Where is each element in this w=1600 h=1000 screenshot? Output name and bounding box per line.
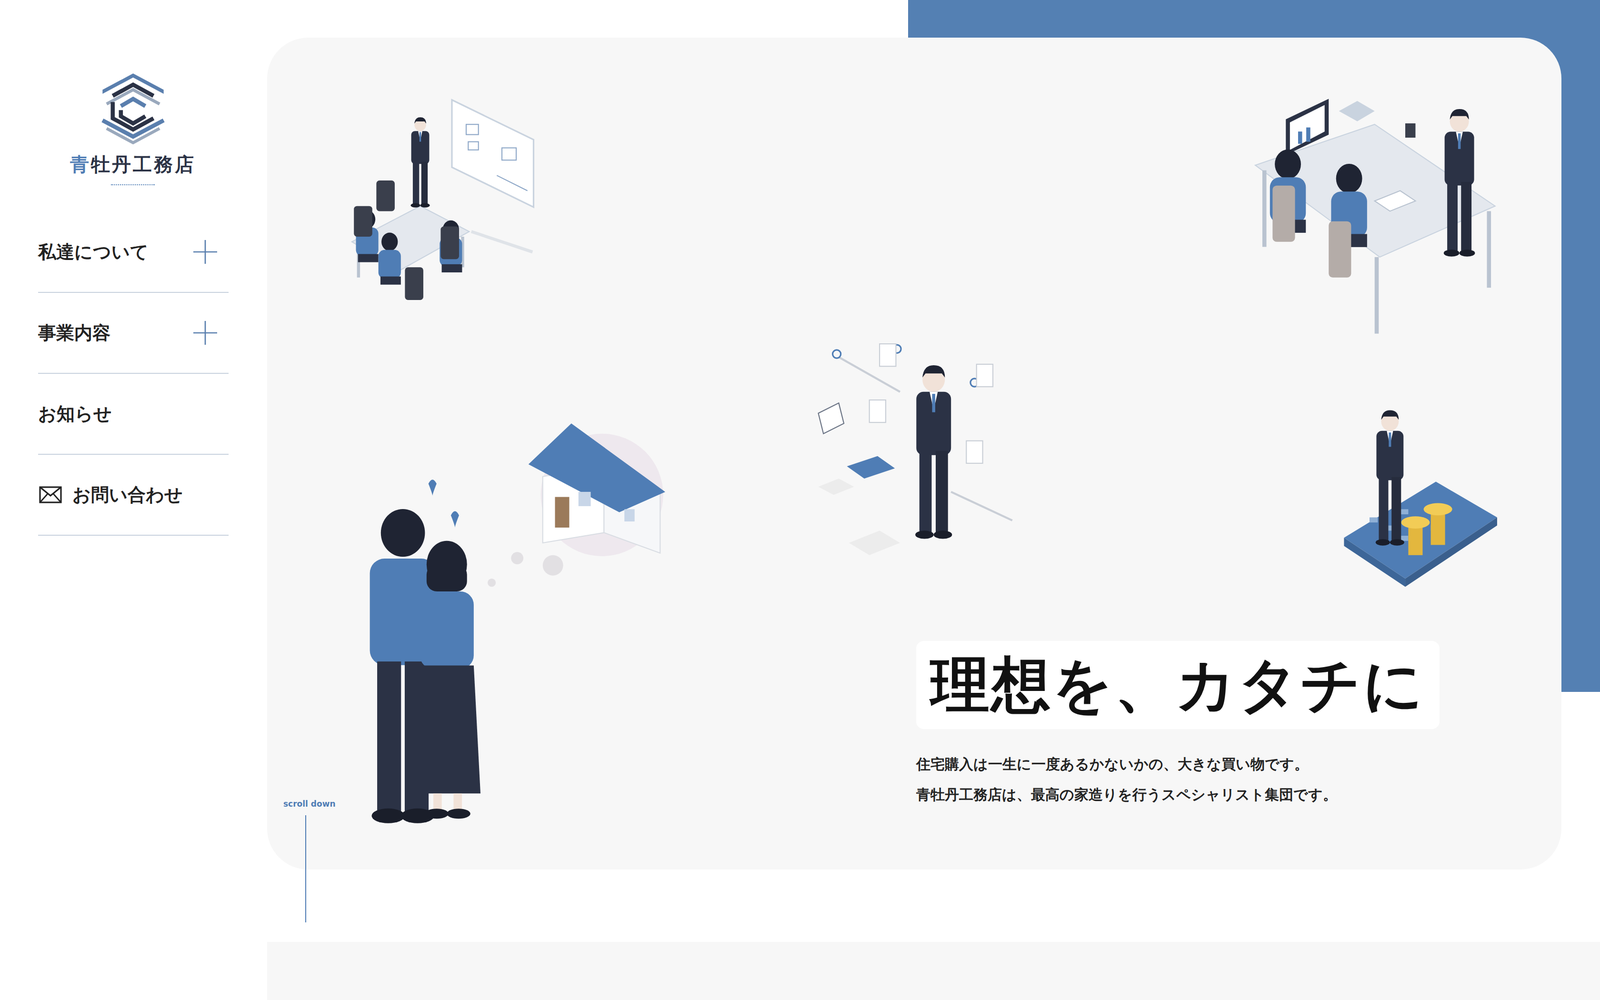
consultation	[1255, 99, 1496, 334]
nav-item[interactable]: お知らせ	[38, 373, 229, 455]
meeting-room	[351, 100, 534, 300]
main-nav: 私達について 事業内容 お知らせ お問い合わせ	[38, 211, 229, 536]
logo[interactable]: 青牡丹工務店	[38, 71, 228, 186]
logo-underline	[110, 184, 155, 186]
presenter	[410, 117, 430, 208]
nav-item[interactable]: お問い合わせ	[38, 454, 229, 536]
brand-name: 青牡丹工務店	[70, 151, 196, 178]
plus-icon[interactable]	[193, 240, 218, 264]
mail-icon	[39, 485, 62, 504]
nav-label: お問い合わせ	[72, 482, 218, 508]
scroll-indicator[interactable]: scroll down	[283, 799, 336, 923]
nav-item[interactable]: 事業内容	[38, 292, 229, 374]
sidebar: 青牡丹工務店 私達について 事業内容 お知らせ お問い合わせ	[0, 0, 268, 1000]
couple	[370, 423, 666, 823]
accountant	[1375, 410, 1405, 546]
hero-text: 住宅購入は一生に一度あるかないかの、大きな買い物です。	[916, 749, 1562, 780]
page: 青牡丹工務店 私達について 事業内容 お知らせ お問い合わせ 理想を、カタチに …	[0, 0, 1600, 1000]
wife	[413, 540, 481, 820]
hero-text: 青牡丹工務店は、最高の家造りを行うスペシャリスト集団です。	[916, 779, 1562, 810]
agent	[1443, 109, 1476, 257]
scroll-label: scroll down	[283, 799, 336, 809]
hero-illustration	[267, 37, 1562, 870]
attendee	[439, 220, 462, 273]
plus-icon[interactable]	[193, 320, 218, 345]
nav-item[interactable]: 私達について	[38, 211, 229, 293]
nav-label: お知らせ	[38, 401, 218, 427]
main: 理想を、カタチに 住宅購入は一生に一度あるかないかの、大きな買い物です。青牡丹工…	[267, 0, 1600, 1000]
logo-icon	[100, 71, 166, 145]
nav-label: 私達について	[38, 240, 183, 265]
planner	[818, 343, 1013, 556]
next-section	[267, 941, 1600, 1000]
finance	[1343, 410, 1498, 587]
hero-copy: 理想を、カタチに 住宅購入は一生に一度あるかないかの、大きな買い物です。青牡丹工…	[916, 640, 1562, 810]
attendee	[378, 232, 401, 285]
planner-man	[915, 365, 952, 539]
nav-label: 事業内容	[38, 320, 183, 346]
hero: 理想を、カタチに 住宅購入は一生に一度あるかないかの、大きな買い物です。青牡丹工…	[267, 37, 1562, 870]
scroll-line	[305, 815, 307, 923]
headline: 理想を、カタチに	[916, 640, 1440, 730]
